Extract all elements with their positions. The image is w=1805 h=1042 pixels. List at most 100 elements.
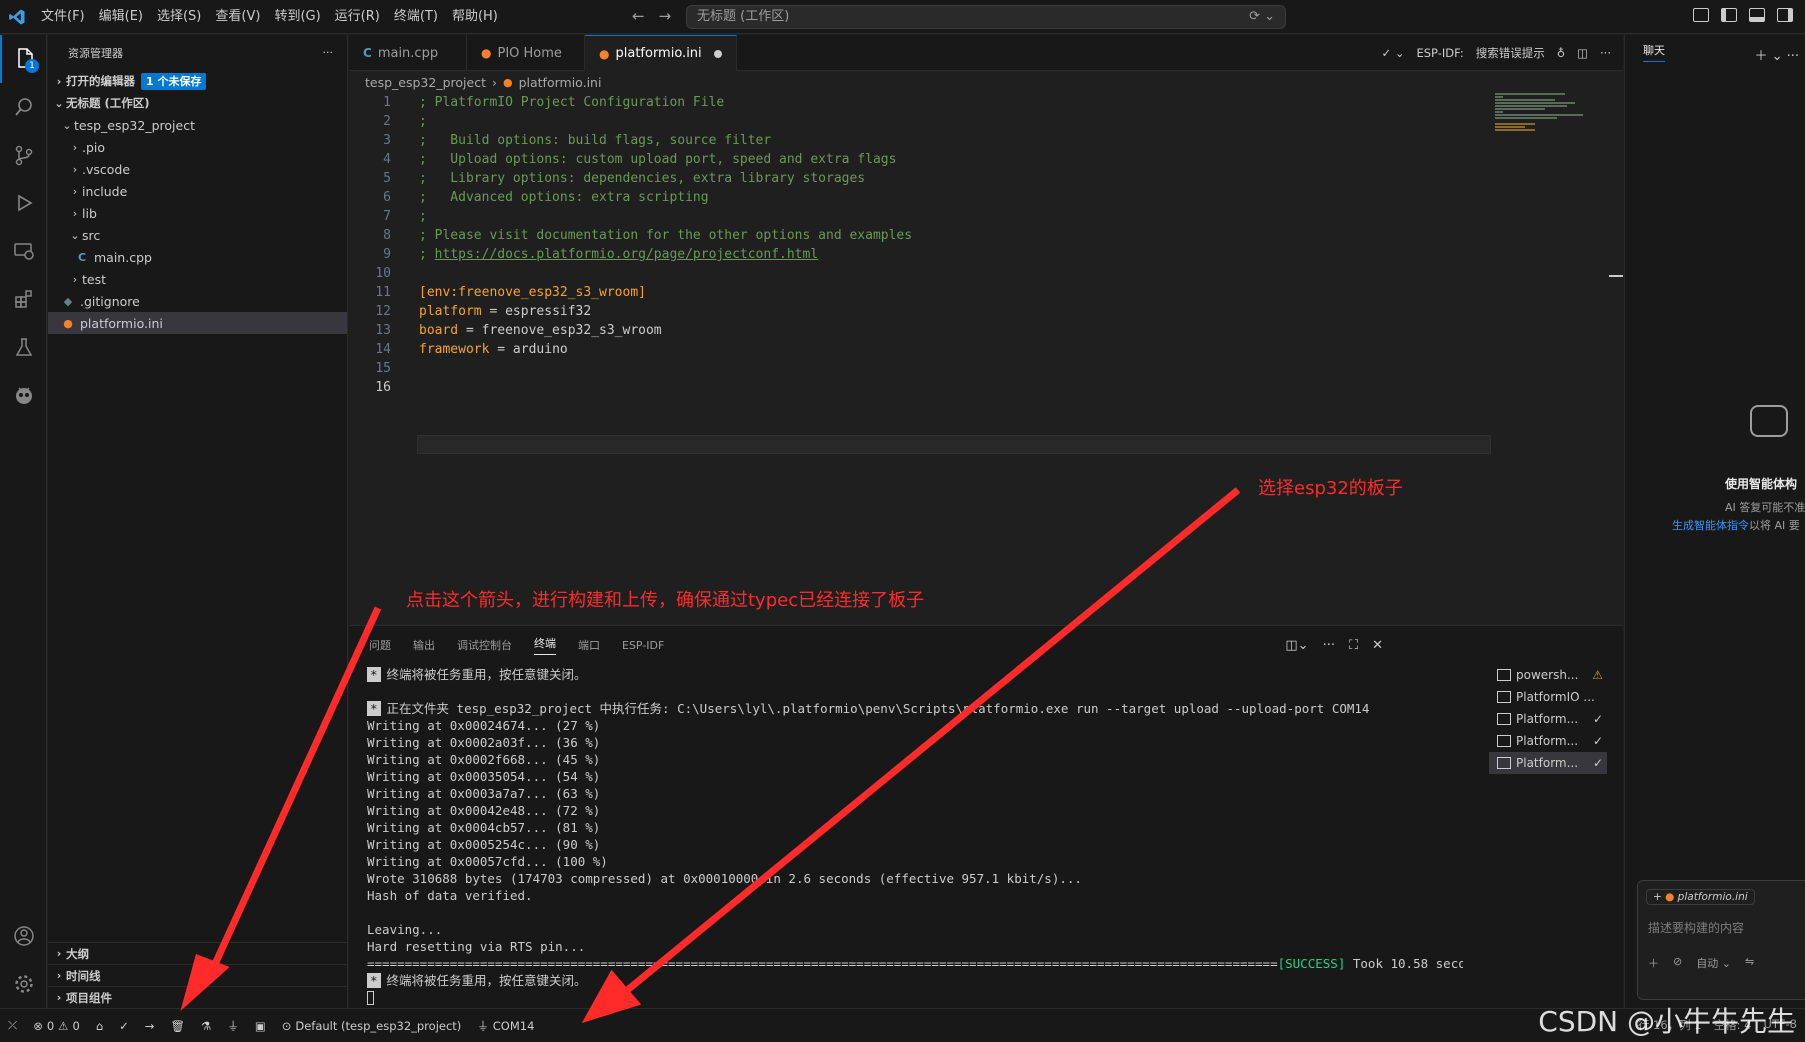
chat-input-box[interactable]: + ● platformio.ini 描述要构建的内容 ＋ ⊘ 自动 ⌄ ⇋ [1637,880,1805,1000]
new-chat-icon[interactable]: ＋ ⌄ ··· [1754,45,1799,64]
split-terminal-icon[interactable]: ◫⌄ [1285,638,1308,653]
tab-ports[interactable]: 端口 [578,637,600,653]
menu-view[interactable]: 查看(V) [208,0,267,34]
attachment-chip[interactable]: + ● platformio.ini [1646,889,1755,905]
generate-instructions-link[interactable]: 生成智能体指令 [1672,519,1749,532]
menu-file[interactable]: 文件(F) [34,0,92,34]
maximize-panel-icon[interactable]: ⛶ [1349,638,1358,653]
explorer-icon[interactable]: 1 [0,35,47,83]
settings-gear-icon[interactable] [0,960,47,1008]
mode-select[interactable]: 自动 ⌄ [1696,955,1731,971]
project-folder[interactable]: ⌄ tesp_esp32_project [48,114,347,136]
pio-build-icon[interactable]: ✓ [119,1019,129,1033]
run-debug-icon[interactable] [0,179,47,227]
minimap[interactable] [1495,93,1605,133]
tab-platformio-ini[interactable]: ● platformio.ini [585,35,737,71]
add-context-icon[interactable]: + [1653,891,1662,903]
timeline-section[interactable]: › 时间线 [48,964,348,986]
tab-pio-home[interactable]: ● PIO Home [467,35,585,71]
tree-item-src[interactable]: ⌄ src [48,224,347,246]
toggle-panel-icon[interactable] [1749,8,1765,22]
settings-icon[interactable]: ⇋ [1745,955,1754,971]
outline-section[interactable]: › 大纲 [48,942,348,964]
tab-terminal[interactable]: 终端 [534,635,556,655]
back-arrow-icon[interactable]: ← [632,7,645,25]
search-errors-button[interactable]: 搜索错误提示 [1476,45,1545,61]
more-actions-icon[interactable]: ··· [1323,638,1335,653]
terminal-instance[interactable]: Platform... ✓ [1489,752,1607,774]
command-center-search[interactable]: 无标题 (工作区) ⟳ ⌄ [686,5,1286,29]
platformio-icon[interactable] [0,371,47,419]
remote-explorer-icon[interactable] [0,227,47,275]
toggle-secondary-sidebar-icon[interactable] [1777,8,1793,22]
pio-terminal-icon[interactable]: ▣ [255,1019,266,1033]
menu-go[interactable]: 转到(G) [267,0,327,34]
open-editors-section[interactable]: › 打开的编辑器 1 个未保存 [48,70,347,92]
tree-item-platformio-ini[interactable]: ● platformio.ini [48,312,347,334]
testing-icon[interactable] [0,323,47,371]
menu-selection[interactable]: 选择(S) [150,0,208,34]
pio-test-icon[interactable]: ⚗ [201,1019,211,1033]
menu-edit[interactable]: 编辑(E) [92,0,150,34]
project-components-section[interactable]: › 项目组件 [48,986,348,1008]
terminal-instance[interactable]: PlatformIO ... [1489,686,1607,708]
project-env-switch[interactable]: ⊙ Default (tesp_esp32_project) [282,1019,462,1033]
bulb-icon[interactable]: ♁ [1557,46,1565,60]
tab-esp-idf[interactable]: ESP-IDF [622,639,664,652]
chat-title[interactable]: 聊天 [1643,42,1665,62]
tab-main-cpp[interactable]: C main.cpp [349,35,467,71]
more-actions-icon[interactable]: ··· [1600,46,1611,60]
accounts-icon[interactable] [0,912,47,960]
menu-terminal[interactable]: 终端(T) [387,0,445,34]
tools-icon[interactable]: ⊘ [1673,955,1682,971]
terminal-label: PlatformIO ... [1516,690,1595,704]
menu-help[interactable]: 帮助(H) [445,0,505,34]
error-icon: ⊗ [33,1018,43,1033]
tree-item-main-cpp[interactable]: C main.cpp [48,246,347,268]
workspace-label: 无标题 (工作区) [66,96,150,110]
close-panel-icon[interactable]: ✕ [1372,638,1383,653]
docs-link[interactable]: https://docs.platformio.org/page/project… [435,247,819,262]
code-token: ; Advanced options: extra scripting [419,190,709,205]
tab-label: main.cpp [377,45,439,61]
pio-upload-arrow-icon[interactable]: → [145,1019,155,1033]
split-editor-icon[interactable]: ◫ [1577,46,1588,60]
remote-icon[interactable]: ⤫ [8,1018,17,1033]
unsaved-dot-icon[interactable] [713,49,722,58]
serial-port-switch[interactable]: ⏚ COM14 [477,1018,534,1034]
problems-indicator[interactable]: ⊗ 0 ⚠ 0 [33,1019,80,1033]
code-editor[interactable]: 1 ; PlatformIO Project Configuration File… [349,93,1623,613]
tree-item-vscode[interactable]: › .vscode [48,158,347,180]
tab-debug-console[interactable]: 调试控制台 [457,637,512,653]
terminal-output[interactable]: * 终端将被任务重用，按任意键关闭。 * 正在文件夹 tesp_esp32_proje… [367,666,1463,1006]
menu-run[interactable]: 运行(R) [328,0,387,34]
source-control-icon[interactable] [0,131,47,179]
pio-home-icon[interactable]: ⌂ [96,1019,103,1033]
editor-scrollbar[interactable] [1609,93,1623,613]
pio-monitor-plug-icon[interactable]: ⏚ [227,1018,239,1034]
editor-actions: ✓ ⌄ ESP-IDF: 搜索错误提示 ♁ ◫ ··· [1382,45,1611,61]
copilot-icon[interactable]: ⟳ ⌄ [1249,6,1275,28]
search-icon[interactable] [0,83,47,131]
toggle-sidebar-icon[interactable] [1721,8,1737,22]
terminal-instance[interactable]: Platform... ✓ [1489,708,1607,730]
terminal-instance[interactable]: Platform... ✓ [1489,730,1607,752]
terminal-instance[interactable]: powersh... ⚠ [1489,664,1607,686]
tab-output[interactable]: 输出 [413,637,435,653]
more-actions-icon[interactable]: ··· [323,46,334,59]
tree-item-pio[interactable]: › .pio [48,136,347,158]
tree-item-lib[interactable]: › lib [48,202,347,224]
breadcrumb-file[interactable]: platformio.ini [519,75,602,90]
check-icon[interactable]: ✓ ⌄ [1382,46,1405,60]
workspace-section[interactable]: ⌄ 无标题 (工作区) [48,92,347,114]
tree-item-include[interactable]: › include [48,180,347,202]
forward-arrow-icon[interactable]: → [659,7,672,25]
pio-clean-icon[interactable]: 🗑 [170,1019,185,1033]
customize-layout-icon[interactable] [1693,8,1709,22]
add-icon[interactable]: ＋ [1648,955,1659,971]
tab-problems[interactable]: 问题 [369,637,391,653]
tree-item-gitignore[interactable]: ◆ .gitignore [48,290,347,312]
breadcrumb-folder[interactable]: tesp_esp32_project [365,75,486,90]
tree-item-test[interactable]: › test [48,268,347,290]
extensions-icon[interactable] [0,275,47,323]
